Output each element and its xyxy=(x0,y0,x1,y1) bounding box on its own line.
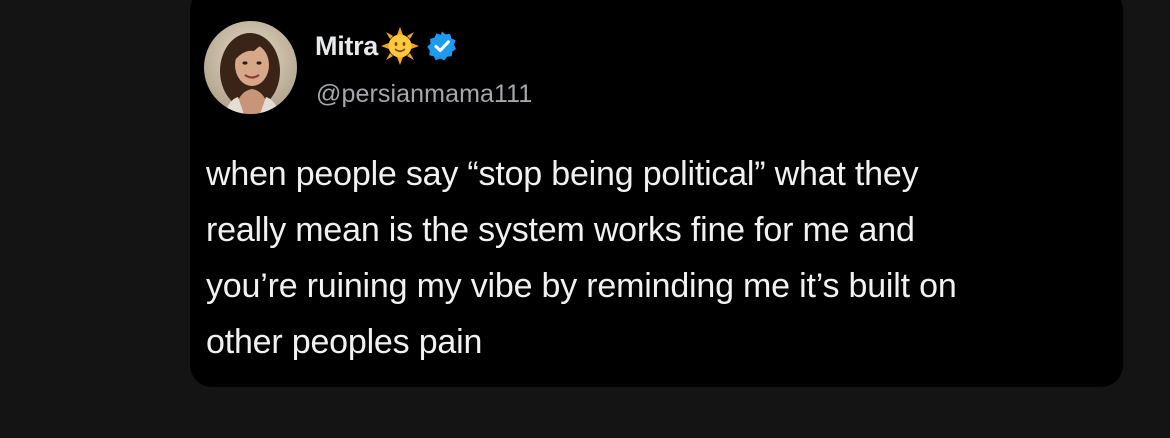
tweet-text-line: really mean is the system works fine for… xyxy=(206,211,915,249)
tweet-text-line: when people say “stop being political” w… xyxy=(206,155,919,193)
sun-emoji-icon xyxy=(380,26,420,66)
tweet-text-line: you’re ruining my vibe by reminding me i… xyxy=(206,267,957,305)
author-display-name[interactable]: Mitra xyxy=(315,31,378,62)
verified-badge-icon[interactable] xyxy=(426,30,458,62)
tweet-card[interactable]: Mitra @persianmama111 when people say “s… xyxy=(190,0,1123,387)
avatar[interactable] xyxy=(204,21,297,114)
page: Mitra @persianmama111 when people say “s… xyxy=(0,0,1170,438)
tweet-text: when people say “stop being political” w… xyxy=(206,146,1111,370)
author-name-row: Mitra xyxy=(315,26,458,66)
author-handle[interactable]: @persianmama111 xyxy=(316,80,532,109)
tweet-text-line: other peoples pain xyxy=(206,323,483,361)
avatar-photo xyxy=(204,21,297,114)
